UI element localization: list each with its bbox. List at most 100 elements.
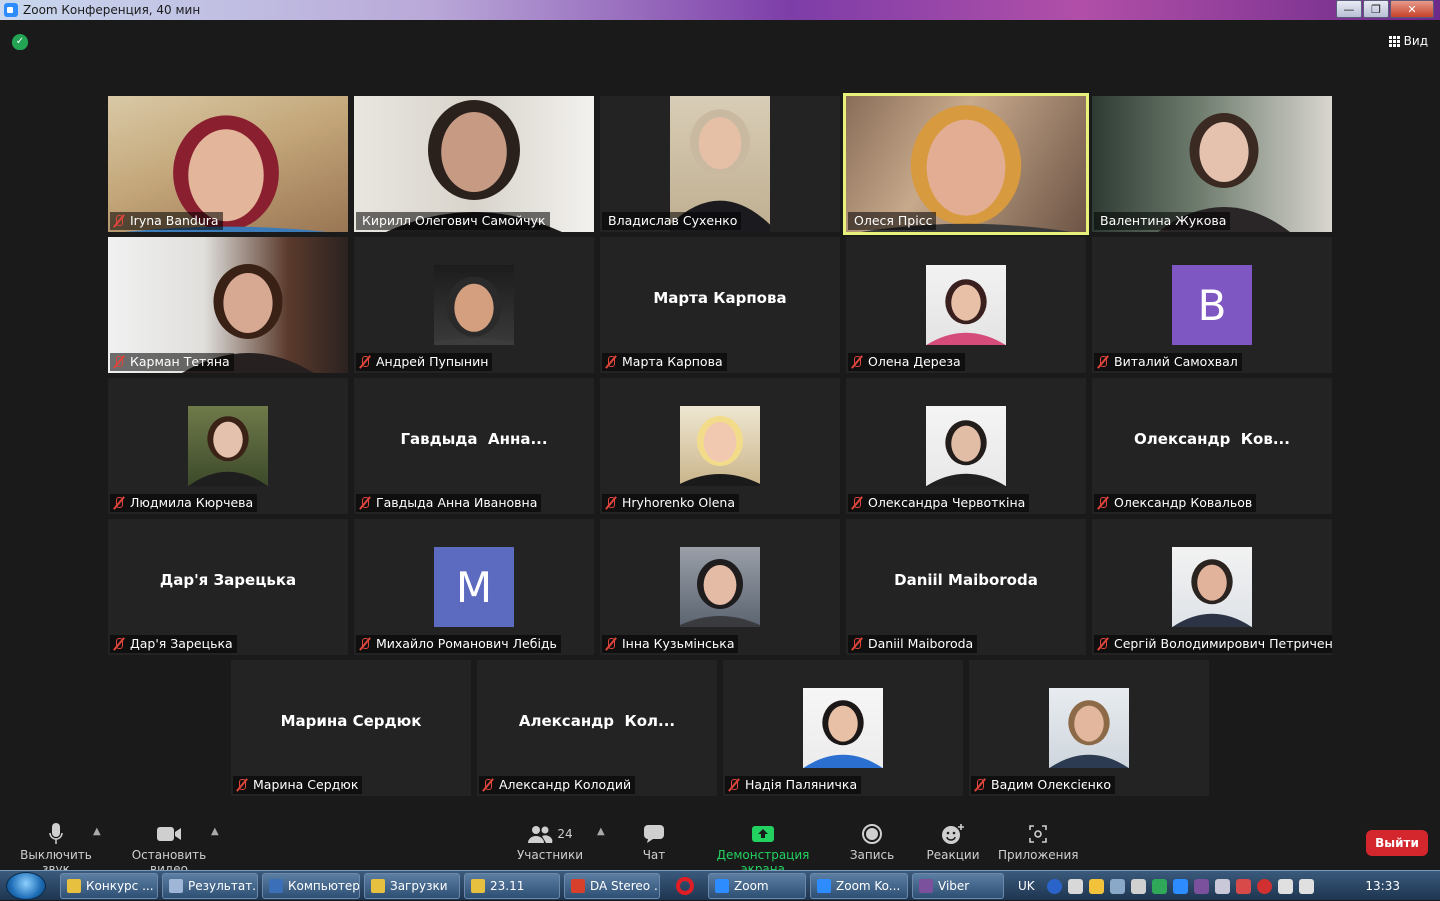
apps-label: Приложения [998,848,1079,862]
participant-name-label: Михайло Романович Лебідь [356,635,561,653]
participants-caret-icon[interactable]: ▲ [597,826,605,837]
apps-button[interactable]: Приложения [998,820,1079,862]
participant-tile[interactable]: Сергій Володимирович Петриченко [1092,519,1332,655]
participants-count: 24 [557,827,573,841]
profile-photo [1049,688,1129,768]
taskbar-task[interactable]: Компьютер [262,873,360,899]
participant-tile[interactable]: Інна Кузьмінська [600,519,840,655]
share-screen-button[interactable]: Демонстрация экрана [698,820,828,876]
taskbar-task[interactable]: Загрузки [364,873,460,899]
display-icon[interactable] [1277,878,1293,894]
participant-name: Кирилл Олегович Самойчук [362,213,546,228]
zoom-tray-icon[interactable] [1172,878,1188,894]
participant-name-label: Інна Кузьмінська [602,635,739,653]
participant-tile[interactable]: Iryna Bandura [108,96,348,232]
antivirus-shield-icon[interactable] [1151,878,1167,894]
participant-tile[interactable]: Hryhorenko Olena [600,378,840,514]
taskbar-task[interactable]: Zoom Ko... [810,873,908,899]
mic-muted-icon [112,214,126,228]
profile-photo [680,406,760,486]
close-button[interactable]: ✕ [1390,0,1434,18]
participant-tile[interactable]: Олеся Прісс [843,93,1089,235]
taskbar-task[interactable]: Viber [912,873,1004,899]
minimize-button[interactable]: — [1336,0,1362,18]
security-shield-icon[interactable]: ✓ [12,34,28,50]
audio-options-caret-icon[interactable]: ▲ [93,826,101,837]
speaker-icon[interactable] [1298,878,1314,894]
participant-tile[interactable]: Карман Тетяна [108,237,348,373]
stop-video-button[interactable]: Остановить видео [116,820,222,876]
participant-name-label: Кирилл Олегович Самойчук [356,212,550,230]
reactions-button[interactable]: Реакции [924,820,982,862]
view-button[interactable]: Вид [1388,34,1428,48]
participant-name-label: Олеся Прісс [848,212,937,230]
participant-name: Владислав Сухенко [608,213,738,228]
participant-tile[interactable]: Надія Паляничка [723,660,963,796]
leave-button[interactable]: Выйти [1366,830,1428,856]
taskbar-task[interactable]: DA Stereo ... [564,873,660,899]
participants-button[interactable]: 24 Участники [512,820,588,862]
task-label: 23.11 [490,879,525,893]
remote-icon[interactable] [1235,878,1251,894]
video-options-caret-icon[interactable]: ▲ [211,826,219,837]
taskbar-clock: 13:33 [1365,879,1400,893]
profile-photo [1172,547,1252,627]
participant-tile[interactable]: Владислав Сухенко [600,96,840,232]
mic-muted-icon [850,637,864,651]
task-label: Viber [938,879,970,893]
participant-tile[interactable]: Олена Дереза [846,237,1086,373]
opera-icon[interactable] [676,877,694,895]
avatar-letter: В [1172,265,1252,345]
participant-tile[interactable]: В Виталий Самохвал [1092,237,1332,373]
help-icon[interactable] [1046,878,1062,894]
viber-tray-icon[interactable] [1193,878,1209,894]
participant-tile[interactable]: Валентина Жукова [1092,96,1332,232]
taskbar-task[interactable]: Результат... [162,873,258,899]
taskbar-task[interactable]: Zoom [708,873,806,899]
participant-tile[interactable]: Гавдыда Анна... Гавдыда Анна Ивановна [354,378,594,514]
participant-tile[interactable]: Олександра Червоткіна [846,378,1086,514]
zoom-window: Zoom Конференция, 40 мин — ❐ ✕ ✓ Вид Iry… [0,0,1440,900]
maximize-button[interactable]: ❐ [1363,0,1389,18]
participant-tile[interactable]: Дар'я Зарецька Дар'я Зарецька [108,519,348,655]
mic-muted-icon [1096,496,1110,510]
avatar-letter: M [434,547,514,627]
mute-button[interactable]: Выключить звук [8,820,104,876]
title-bar[interactable]: Zoom Конференция, 40 мин — ❐ ✕ [0,0,1440,20]
participant-tile[interactable]: Daniil Maiboroda Daniil Maiboroda [846,519,1086,655]
participant-name: Михайло Романович Лебідь [376,636,557,651]
participant-name: Олена Дереза [868,354,961,369]
participant-tile[interactable]: Андрей Пупынин [354,237,594,373]
participant-tile[interactable]: Марта Карпова Марта Карпова [600,237,840,373]
mic-muted-icon [481,778,495,792]
reactions-label: Реакции [926,848,980,862]
participant-tile[interactable]: Александр Кол... Александр Колодий [477,660,717,796]
flag-icon[interactable] [1067,878,1083,894]
participant-tile[interactable]: Вадим Олексієнко [969,660,1209,796]
task-label: Компьютер [288,879,360,893]
cluster-icon[interactable] [1256,878,1272,894]
start-button-icon[interactable] [6,872,46,900]
chat-button[interactable]: Чат [628,820,680,862]
google-drive-icon[interactable] [1088,878,1104,894]
copy-icon[interactable] [1214,878,1230,894]
taskbar-task[interactable]: Конкурс ... [60,873,158,899]
taskbar-task[interactable]: 23.11 [464,873,560,899]
mic-muted-icon [850,496,864,510]
participant-tile[interactable]: Людмила Кюрчева [108,378,348,514]
share-screen-icon [752,826,774,842]
participant-tile[interactable]: M Михайло Романович Лебідь [354,519,594,655]
participant-name: Олександр Ковальов [1114,495,1253,510]
participant-name-label: Дар'я Зарецька [110,635,237,653]
record-icon [862,824,882,844]
network-icon[interactable] [1109,878,1125,894]
participant-display-name: Гавдыда Анна... [400,430,548,448]
participant-tile[interactable]: Кирилл Олегович Самойчук [354,96,594,232]
participant-name-label: Сергій Володимирович Петриченко [1094,635,1332,653]
mic-muted-icon [850,355,864,369]
participant-tile[interactable]: Марина Сердюк Марина Сердюк [231,660,471,796]
language-indicator[interactable]: UK [1018,879,1035,893]
lock-icon[interactable] [1130,878,1146,894]
participant-tile[interactable]: Олександр Ков... Олександр Ковальов [1092,378,1332,514]
record-button[interactable]: Запись [846,820,898,862]
